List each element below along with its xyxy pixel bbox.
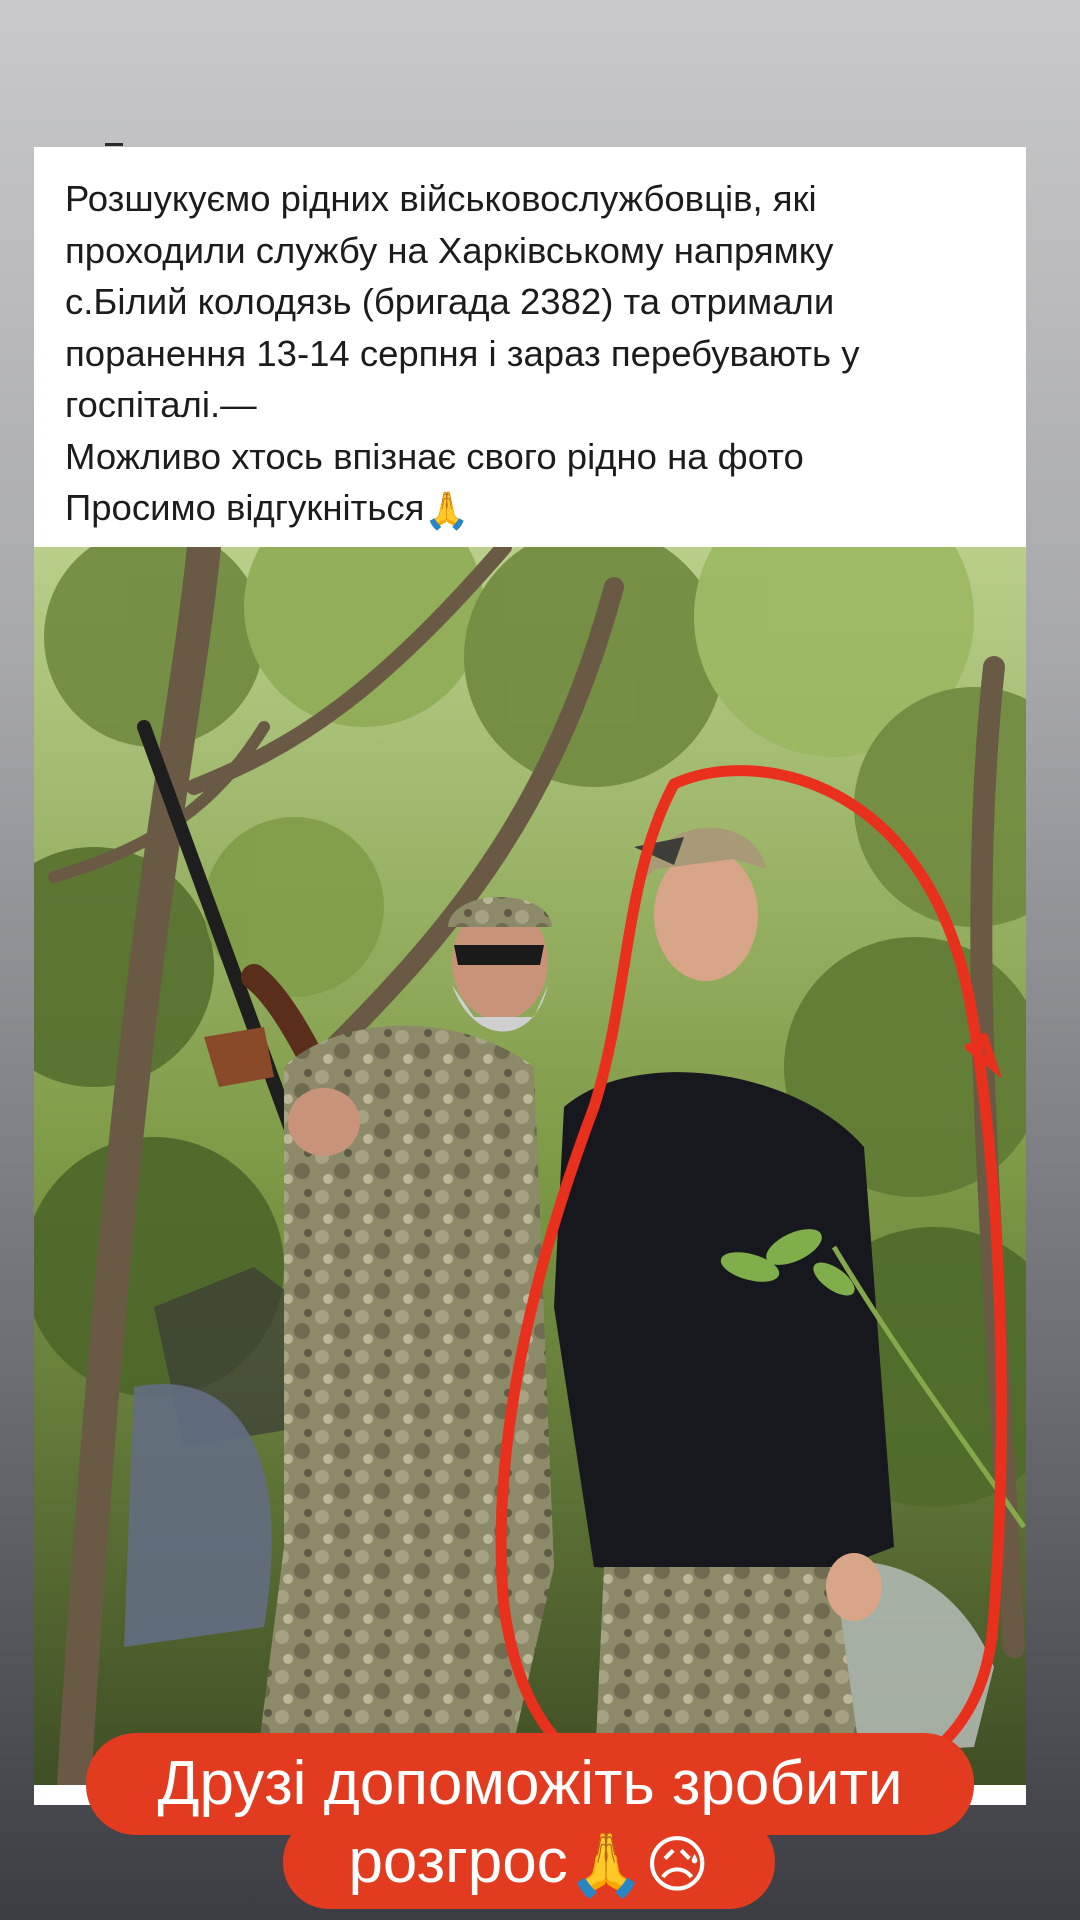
post-text-line: поранення 13-14 серпня і зараз перебуваю… bbox=[65, 332, 860, 374]
caption-line-2: розгрос🙏😥 bbox=[283, 1815, 775, 1909]
praying-hands-icon: 🙏 bbox=[567, 1830, 645, 1900]
post-text-line: Можливо хтось впізнає свого рідно на фот… bbox=[65, 435, 804, 477]
post-text-line: Розшукуємо рідних військовослужбовців, я… bbox=[65, 178, 817, 219]
post-text-line: с.Білий колодязь (бригада 2382) та отрим… bbox=[65, 281, 835, 322]
praying-hands-icon: 🙏 bbox=[424, 489, 470, 531]
caption-line-2-text: розгрос bbox=[348, 1827, 568, 1896]
soldiers-photo bbox=[34, 547, 1026, 1785]
post-text-last-line: Просимо відгукніться bbox=[65, 487, 425, 528]
post-text-line: госпіталі.— bbox=[65, 384, 257, 425]
post-screenshot-card: Розшукуємо рідних військовослужбовців, я… bbox=[34, 147, 1026, 1805]
post-text-line: Просимо відгукніться🙏 bbox=[65, 482, 1005, 536]
sad-face-icon: 😥 bbox=[644, 1830, 710, 1900]
story-progress-marker bbox=[105, 143, 123, 146]
post-text-line: проходили службу на Харківському напрямк… bbox=[65, 229, 834, 271]
post-text: Розшукуємо рідних військовослужбовців, я… bbox=[65, 173, 1005, 536]
